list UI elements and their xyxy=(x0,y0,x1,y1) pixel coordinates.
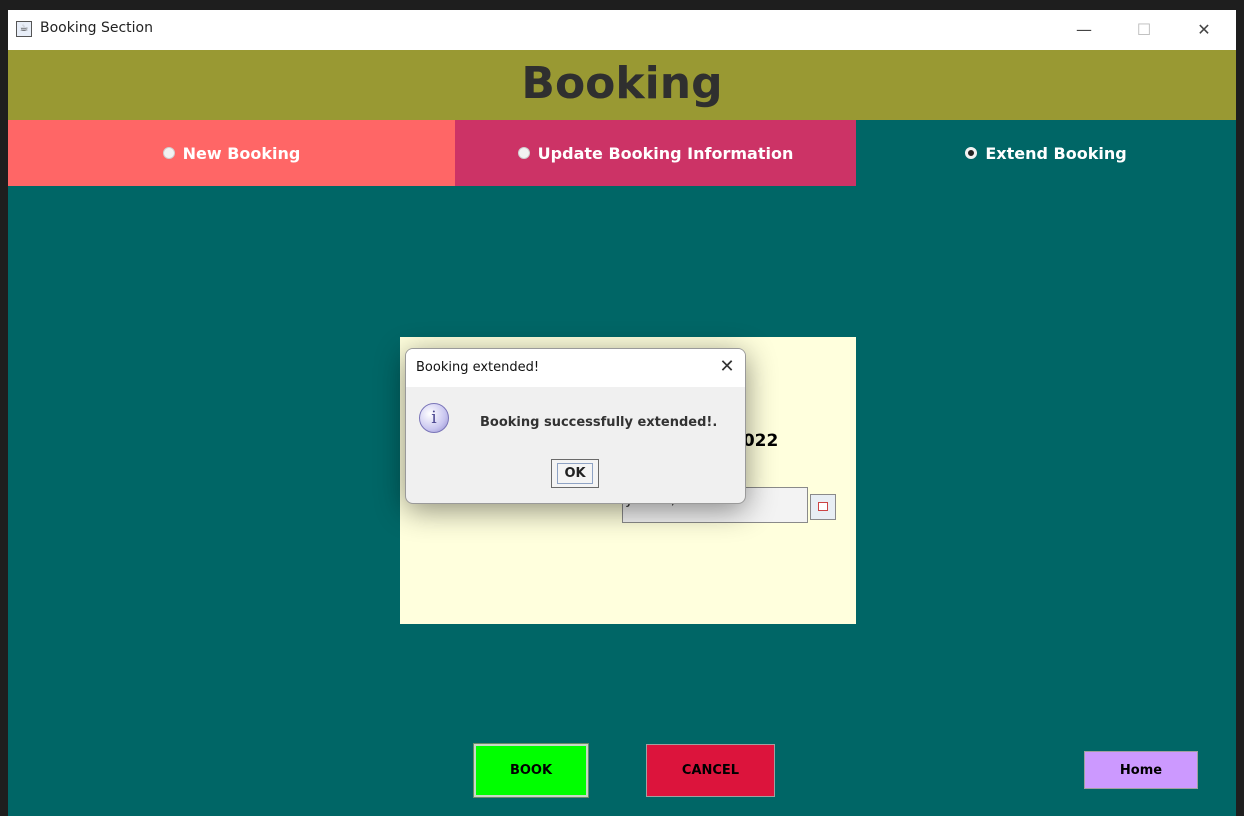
minimize-button[interactable]: — xyxy=(1064,16,1104,44)
booking-extended-dialog: Booking extended! ✕ i Booking successful… xyxy=(405,348,746,504)
book-button[interactable]: BOOK xyxy=(473,743,589,798)
tab-label: New Booking xyxy=(182,143,301,163)
java-app-icon: ☕ xyxy=(16,21,32,37)
ok-button[interactable]: OK xyxy=(551,459,599,488)
ok-button-label: OK xyxy=(557,463,593,484)
dialog-close-icon[interactable]: ✕ xyxy=(712,352,742,382)
radio-icon xyxy=(162,147,175,159)
tab-new-booking[interactable]: New Booking xyxy=(8,120,455,186)
window-titlebar: ☕ Booking Section — ☐ ✕ xyxy=(8,10,1236,50)
home-button[interactable]: Home xyxy=(1084,751,1198,789)
tab-label: Update Booking Information xyxy=(537,143,794,163)
close-button[interactable]: ✕ xyxy=(1184,16,1224,44)
info-icon: i xyxy=(419,403,449,433)
radio-selected-icon xyxy=(965,147,978,159)
tab-extend-booking[interactable]: Extend Booking xyxy=(856,120,1236,186)
calendar-icon xyxy=(818,502,828,511)
cancel-button[interactable]: CANCEL xyxy=(646,744,775,797)
dialog-titlebar: Booking extended! ✕ xyxy=(406,349,745,387)
maximize-button[interactable]: ☐ xyxy=(1124,16,1164,44)
window-title: Booking Section xyxy=(40,20,153,36)
calendar-button[interactable] xyxy=(810,494,836,520)
tab-label: Extend Booking xyxy=(985,143,1127,163)
page-title: Booking xyxy=(521,58,723,109)
dialog-title: Booking extended! xyxy=(416,360,540,375)
radio-icon xyxy=(517,147,530,159)
page-header: Booking xyxy=(8,50,1236,120)
dialog-message: Booking successfully extended!. xyxy=(480,415,718,430)
tab-update-booking[interactable]: Update Booking Information xyxy=(455,120,856,186)
